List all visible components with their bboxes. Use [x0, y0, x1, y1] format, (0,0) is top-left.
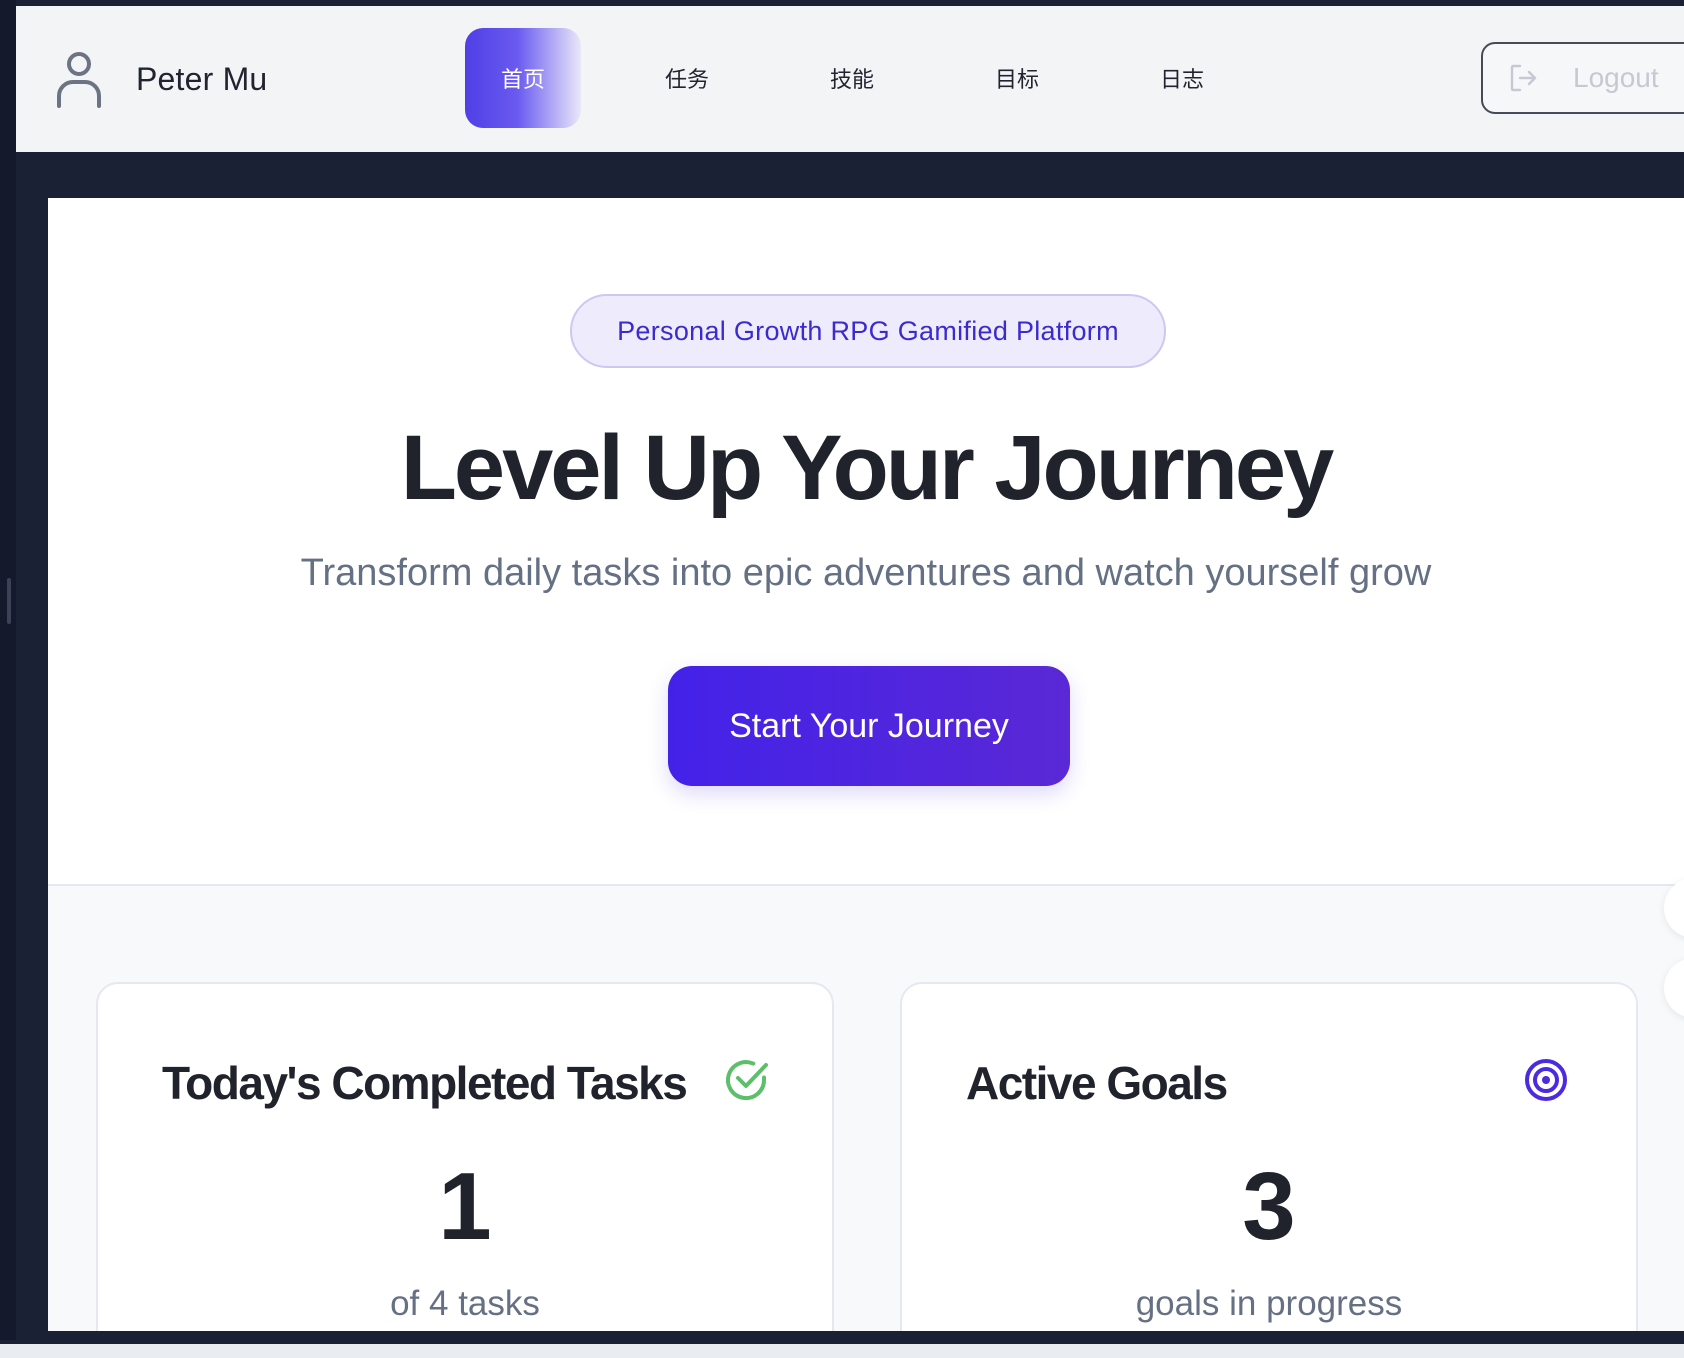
- completed-tasks-card[interactable]: Today's Completed Tasks 1 of 4 tasks: [96, 982, 834, 1331]
- stat-caption: goals in progress: [1135, 1284, 1403, 1323]
- hero-title: Level Up Your Journey: [400, 417, 1335, 519]
- stat-caption: of 4 tasks: [390, 1284, 540, 1323]
- hero-subtitle: Transform daily tasks into epic adventur…: [300, 552, 1432, 594]
- target-icon: [1525, 1059, 1567, 1101]
- nav-home[interactable]: 首页: [465, 28, 581, 128]
- stat-value: 3: [1242, 1153, 1296, 1260]
- nav-skills[interactable]: 技能: [794, 28, 910, 128]
- logout-button[interactable]: Logout: [1481, 42, 1684, 114]
- nav-goals[interactable]: 目标: [959, 28, 1075, 128]
- stat-title: Today's Completed Tasks: [162, 1057, 688, 1109]
- stat-title: Active Goals: [966, 1057, 1228, 1109]
- logout-label: Logout: [1573, 62, 1659, 93]
- user-profile[interactable]: Peter Mu: [56, 50, 267, 108]
- hero-section: Personal Growth RPG Gamified Platform Le…: [48, 198, 1684, 884]
- stat-value: 1: [438, 1153, 492, 1260]
- resize-handle[interactable]: [7, 578, 11, 624]
- window-edge: [0, 0, 16, 1340]
- active-goals-card[interactable]: Active Goals 3 goals in progress: [900, 982, 1638, 1331]
- main-content: Personal Growth RPG Gamified Platform Le…: [48, 198, 1684, 1331]
- logout-icon: [1510, 64, 1537, 92]
- window-bottom-edge: [0, 1344, 1684, 1358]
- stats-section: Today's Completed Tasks 1 of 4 tasks Act…: [48, 886, 1684, 1331]
- top-navbar: Peter Mu 首页 任务 技能 目标 日志 Logout: [16, 6, 1684, 152]
- user-name: Peter Mu: [136, 60, 268, 97]
- user-icon: [57, 52, 101, 108]
- nav-journal[interactable]: 日志: [1124, 28, 1240, 128]
- platform-badge: Personal Growth RPG Gamified Platform: [570, 294, 1166, 368]
- nav-tasks[interactable]: 任务: [629, 28, 745, 128]
- app-frame: Peter Mu 首页 任务 技能 目标 日志 Logout Personal …: [0, 0, 1684, 1358]
- check-circle-icon: [726, 1060, 768, 1101]
- start-journey-button[interactable]: Start Your Journey: [668, 666, 1070, 786]
